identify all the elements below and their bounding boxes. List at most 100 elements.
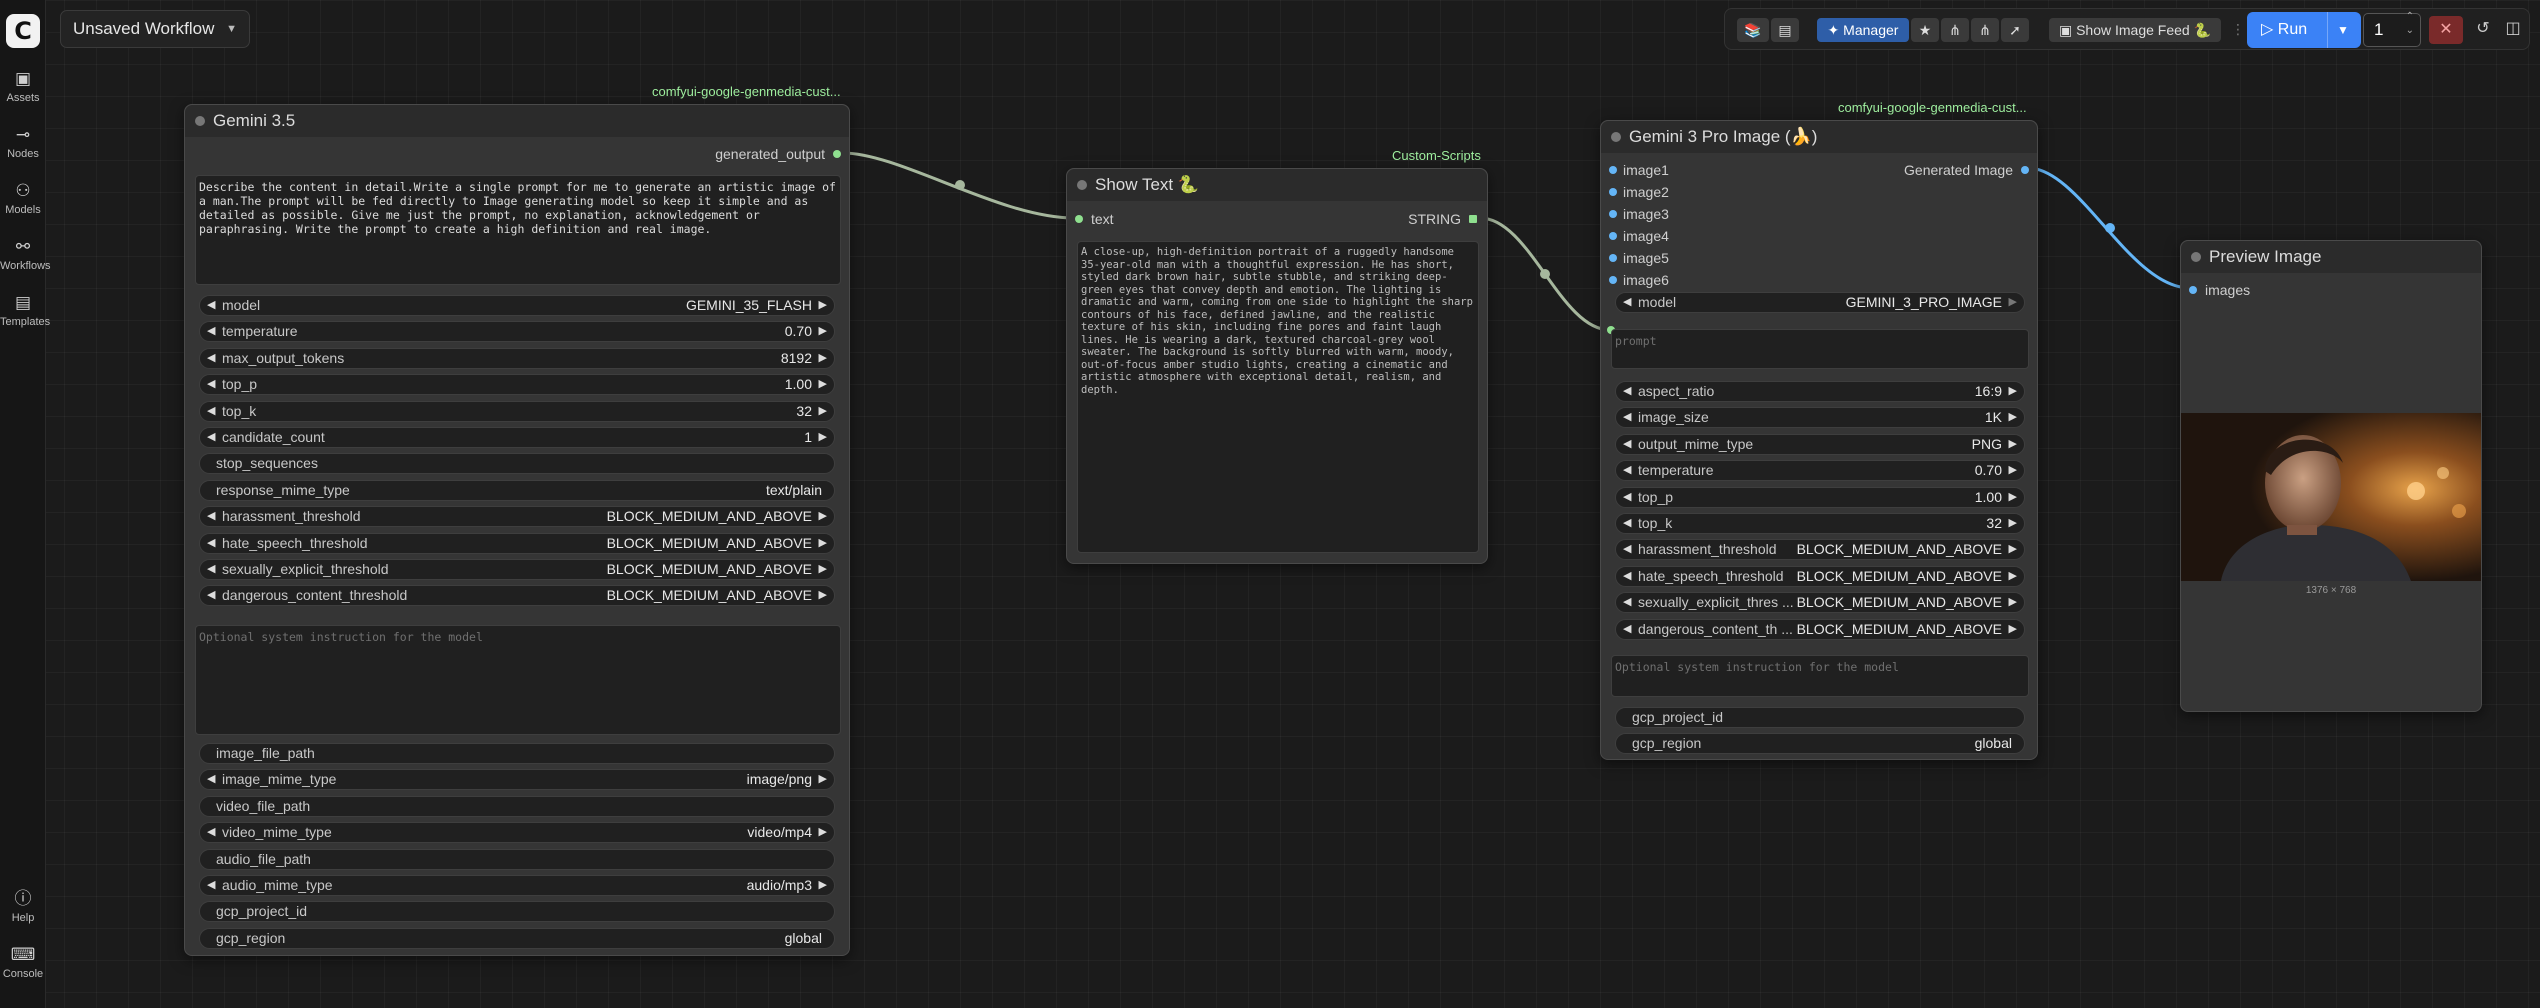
node-gemini-35[interactable]: Gemini 3.5 generated_output Describe the… (184, 104, 850, 956)
arrow-left-icon[interactable]: ◀ (1623, 408, 1631, 427)
input-slot-images[interactable]: images (2189, 282, 2250, 298)
widget-hate-speech-threshold[interactable]: ◀ hate_speech_threshold BLOCK_MEDIUM_AND_A… (1615, 565, 2025, 587)
arrow-right-icon[interactable]: ▶ (819, 823, 827, 842)
arrow-left-icon[interactable]: ◀ (1623, 293, 1631, 312)
arrow-left-icon[interactable]: ◀ (207, 322, 215, 341)
arrow-right-icon[interactable]: ▶ (819, 402, 827, 421)
arrow-right-icon[interactable]: ▶ (2009, 514, 2017, 533)
queue-history-button[interactable]: ↺ (2469, 17, 2497, 43)
run-button[interactable]: ▷ Run ▼ (2247, 12, 2361, 48)
arrow-left-icon[interactable]: ◀ (1623, 461, 1631, 480)
comfy-logo[interactable]: C (6, 14, 40, 48)
arrow-right-icon[interactable]: ▶ (819, 560, 827, 579)
arrow-left-icon[interactable]: ◀ (207, 876, 215, 895)
chevron-down-icon[interactable]: ▼ (2337, 12, 2349, 48)
slot-dot-icon[interactable] (1609, 166, 1617, 174)
arrow-right-icon[interactable]: ▶ (819, 349, 827, 368)
widget-top-p[interactable]: ◀ top_p 1.00 ▶ (199, 374, 835, 396)
widget-gcp-region[interactable]: gcp_region global (199, 927, 835, 949)
widget-stop-sequences[interactable]: stop_sequences (199, 453, 835, 475)
arrow-left-icon[interactable]: ◀ (207, 296, 215, 315)
widget-harassment-threshold[interactable]: ◀ harassment_threshold BLOCK_MEDIUM_AND_AB… (1615, 539, 2025, 561)
arrow-right-icon[interactable]: ▶ (2009, 593, 2017, 612)
arrow-right-icon[interactable]: ▶ (819, 770, 827, 789)
widget-model[interactable]: ◀ model GEMINI_35_FLASH ▶ (199, 295, 835, 316)
arrow-right-icon[interactable]: ▶ (819, 322, 827, 341)
arrow-right-icon[interactable]: ▶ (2009, 488, 2017, 507)
arrow-right-icon[interactable]: ▶ (819, 534, 827, 553)
arrow-right-icon[interactable]: ▶ (2009, 435, 2017, 454)
arrow-left-icon[interactable]: ◀ (207, 586, 215, 605)
arrow-right-icon[interactable]: ▶ (819, 586, 827, 605)
collapse-dot-icon[interactable] (1611, 132, 1621, 142)
slot-dot-icon[interactable] (1075, 215, 1083, 223)
slot-dot-icon[interactable] (2189, 286, 2197, 294)
widget-gcp-project-id[interactable]: gcp_project_id (1615, 707, 2025, 728)
toggle-panel-button[interactable]: ◫ (2499, 17, 2527, 43)
arrow-left-icon[interactable]: ◀ (1623, 514, 1631, 533)
model-select[interactable]: ◀ model GEMINI_3_PRO_IMAGE ▶ (1615, 292, 2025, 313)
input-slot-image3[interactable]: image3 (1609, 206, 1669, 222)
preview-image[interactable] (2181, 413, 2481, 581)
node-title[interactable]: Preview Image (2181, 241, 2481, 273)
sidebar-item-templates[interactable]: ▤ Templates (0, 292, 50, 328)
sidebar-item-nodes[interactable]: ⊸ Nodes (0, 124, 46, 160)
widget-gcp-project-id[interactable]: gcp_project_id (199, 901, 835, 923)
sidebar-item-models[interactable]: ⚇ Models (0, 180, 46, 216)
widget-image-file-path[interactable]: image_file_path (199, 743, 835, 764)
widget-sexually-explicit-thres[interactable]: ◀ sexually_explicit_thres ... BLOCK_MEDIUM… (1615, 592, 2025, 614)
system-instruction-textarea[interactable]: Optional system instruction for the mode… (195, 625, 841, 735)
node-title[interactable]: Gemini 3.5 (185, 105, 849, 137)
stepper-icon[interactable]: ⌃ ⌄ (2406, 10, 2414, 38)
arrow-left-icon[interactable]: ◀ (1623, 435, 1631, 454)
nodes-map-button[interactable]: ⋔ (1941, 18, 1969, 42)
node-gemini-3-pro-image[interactable]: Gemini 3 Pro Image (🍌) image1 image2 image… (1600, 120, 2038, 760)
widget-dangerous-content-threshold[interactable]: ◀ dangerous_content_threshold BLOCK_MEDIUM… (199, 585, 835, 607)
slot-dot-icon[interactable] (833, 150, 841, 158)
input-slot-image4[interactable]: image4 (1609, 228, 1669, 244)
collapse-dot-icon[interactable] (195, 116, 205, 126)
arrow-right-icon[interactable]: ▶ (2009, 293, 2017, 312)
node-show-text[interactable]: Show Text 🐍 text STRING A close-up, high… (1066, 168, 1488, 564)
prompt-textarea[interactable]: prompt (1611, 329, 2029, 369)
arrow-left-icon[interactable]: ◀ (207, 402, 215, 421)
widget-hate-speech-threshold[interactable]: ◀ hate_speech_threshold BLOCK_MEDIUM_AND_A… (199, 532, 835, 554)
input-slot-text[interactable]: text (1075, 211, 1114, 227)
widget-image-size[interactable]: ◀ image_size 1K ▶ (1615, 407, 2025, 429)
show-image-feed-button[interactable]: ▣ Show Image Feed 🐍 (2049, 18, 2221, 42)
widget-audio-mime-type[interactable]: ◀ audio_mime_type audio/mp3 ▶ (199, 875, 835, 896)
arrow-left-icon[interactable]: ◀ (1623, 488, 1631, 507)
prompt-textarea[interactable]: Describe the content in detail.Write a s… (195, 175, 841, 285)
collapse-dot-icon[interactable] (1077, 180, 1087, 190)
arrow-left-icon[interactable]: ◀ (1623, 593, 1631, 612)
sidebar-item-assets[interactable]: ▣ Assets (0, 68, 46, 104)
arrow-left-icon[interactable]: ◀ (207, 349, 215, 368)
output-slot-generated-output[interactable]: generated_output (715, 146, 841, 162)
input-slot-image2[interactable]: image2 (1609, 184, 1669, 200)
arrow-right-icon[interactable]: ▶ (819, 375, 827, 394)
arrow-right-icon[interactable]: ▶ (819, 428, 827, 447)
slot-dot-icon[interactable] (1609, 232, 1617, 240)
widget-video-mime-type[interactable]: ◀ video_mime_type video/mp4 ▶ (199, 822, 835, 844)
arrow-right-icon[interactable]: ▶ (819, 876, 827, 895)
arrow-left-icon[interactable]: ◀ (207, 428, 215, 447)
arrow-right-icon[interactable]: ▶ (819, 507, 827, 526)
grid-dot-icon[interactable] (1469, 215, 1477, 223)
widget-output-mime-type[interactable]: ◀ output_mime_type PNG ▶ (1615, 433, 2025, 455)
run-count-input[interactable]: 1 ⌃ ⌄ (2363, 10, 2421, 47)
widget-audio-file-path[interactable]: audio_file_path (199, 848, 835, 870)
arrow-left-icon[interactable]: ◀ (207, 560, 215, 579)
widget-dangerous-content-th[interactable]: ◀ dangerous_content_th ... BLOCK_MEDIUM_AN… (1615, 618, 2025, 640)
arrow-left-icon[interactable]: ◀ (207, 534, 215, 553)
output-text-area[interactable]: A close-up, high-definition portrait of … (1077, 241, 1479, 553)
arrow-right-icon[interactable]: ▶ (2009, 408, 2017, 427)
arrow-left-icon[interactable]: ◀ (207, 507, 215, 526)
slot-dot-icon[interactable] (1609, 210, 1617, 218)
arrow-right-icon[interactable]: ▶ (2009, 461, 2017, 480)
widget-video-file-path[interactable]: video_file_path (199, 795, 835, 817)
output-slot-generated-image[interactable]: Generated Image (1904, 162, 2029, 178)
slot-dot-icon[interactable] (2021, 166, 2029, 174)
widget-candidate-count[interactable]: ◀ candidate_count 1 ▶ (199, 427, 835, 448)
share-button[interactable]: ➚ (2001, 18, 2029, 42)
arrow-left-icon[interactable]: ◀ (1623, 382, 1631, 401)
